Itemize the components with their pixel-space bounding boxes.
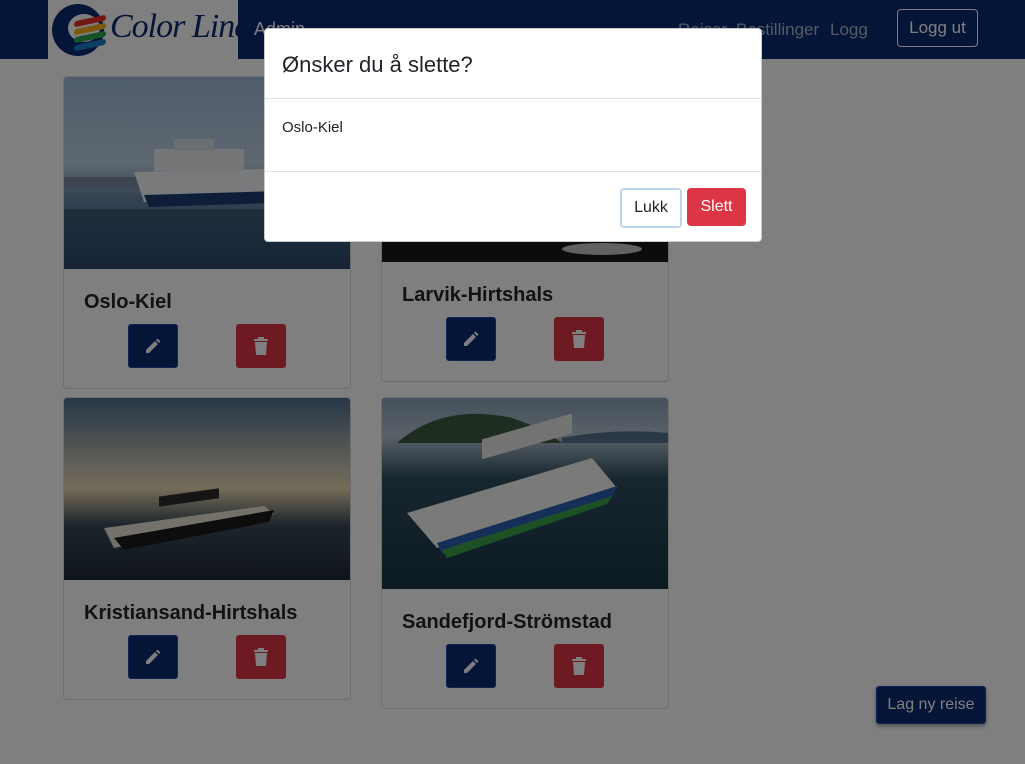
modal-footer: Lukk Slett	[265, 171, 761, 243]
confirm-delete-button[interactable]: Slett	[687, 188, 746, 226]
modal-title: Ønsker du å slette?	[282, 52, 473, 77]
modal-body-text: Oslo-Kiel	[282, 119, 343, 136]
delete-confirm-modal: Ønsker du å slette? Oslo-Kiel Lukk Slett	[264, 28, 762, 242]
modal-header: Ønsker du å slette?	[265, 29, 761, 99]
close-button[interactable]: Lukk	[620, 188, 682, 228]
